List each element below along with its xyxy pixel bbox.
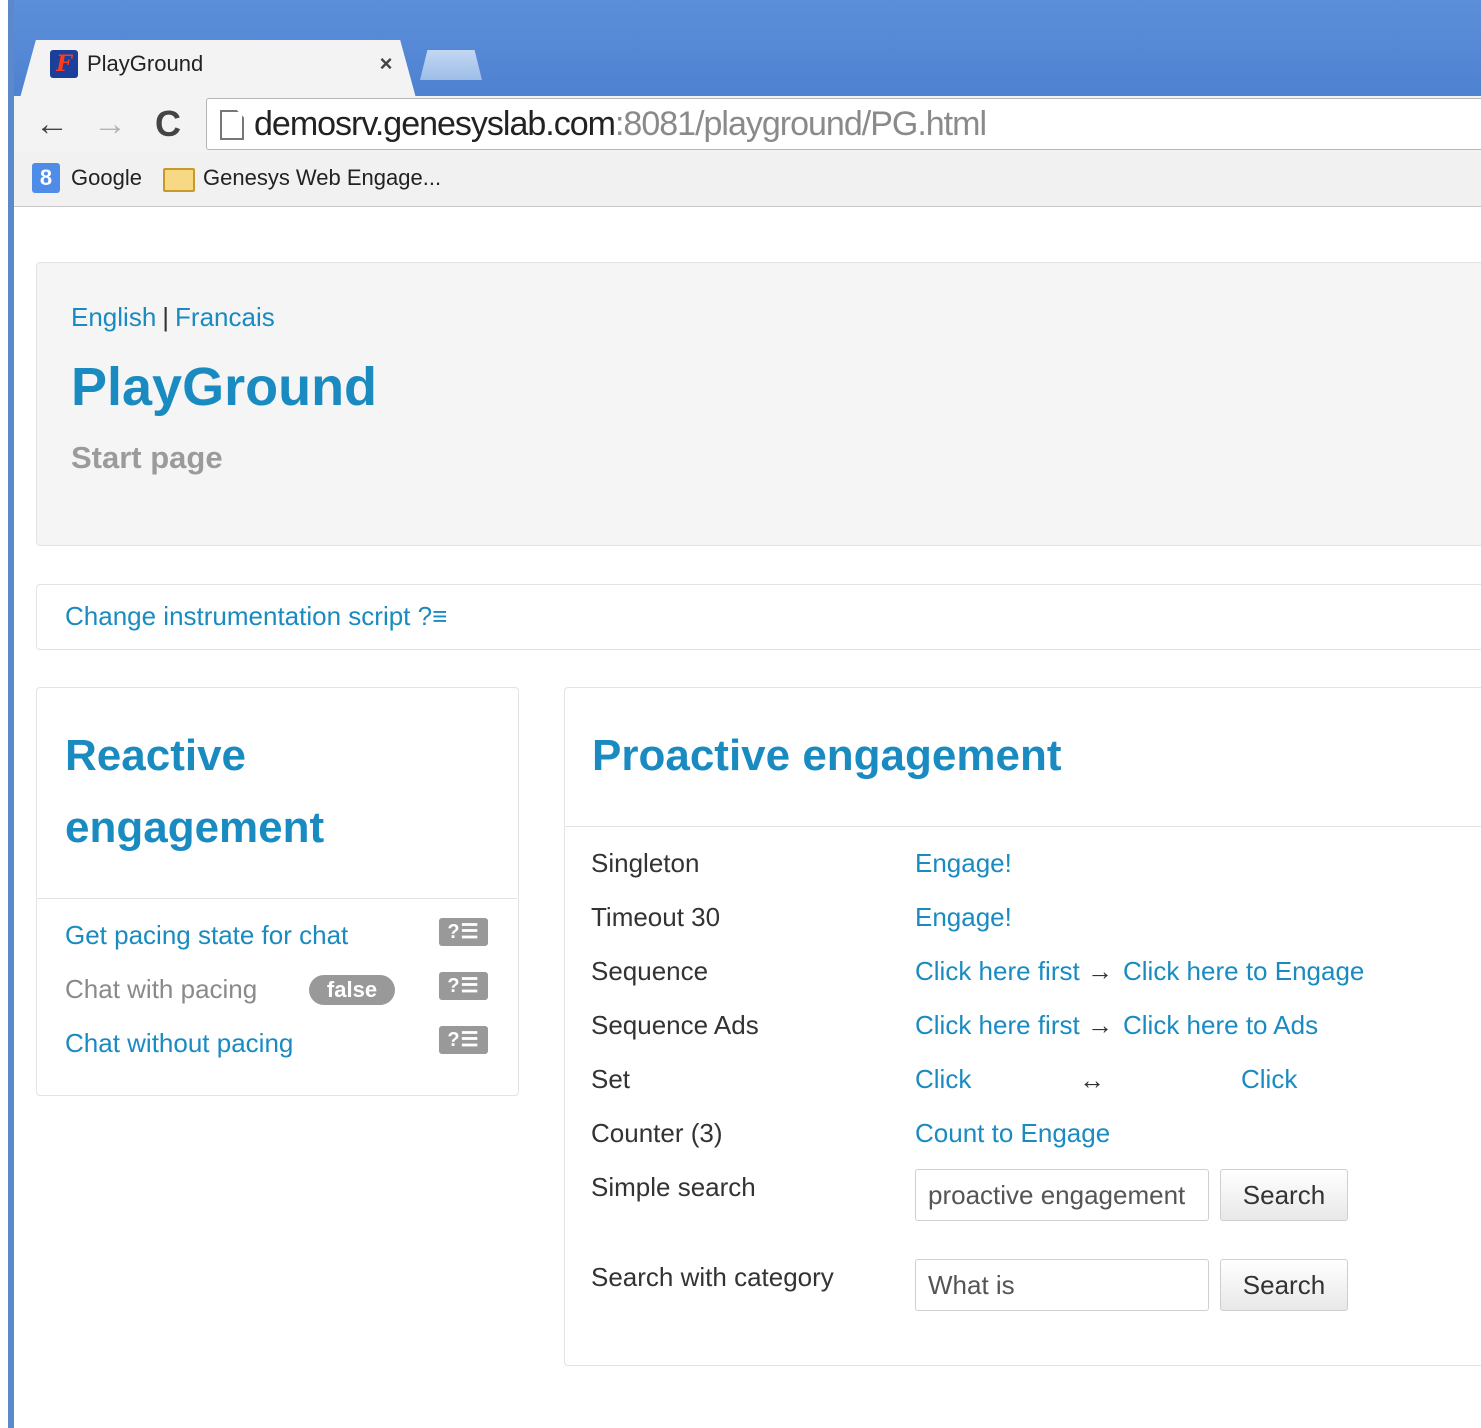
simple-search-button[interactable]: Search [1220,1169,1348,1221]
timeout-engage-link[interactable]: Engage! [915,899,1012,935]
help-icon[interactable]: ?☰ [439,1026,488,1054]
back-arrow-icon[interactable]: ← [30,100,74,148]
right-arrow-icon: → [1087,956,1113,986]
sequence-first-link[interactable]: Click here first [915,953,1080,989]
status-badge: false [309,975,395,1005]
lang-separator: | [162,302,170,332]
simple-search-input[interactable] [915,1169,1209,1221]
sequence-engage-link[interactable]: Click here to Engage [1123,953,1364,989]
sequence-ads-label: Sequence Ads [591,1010,759,1040]
set-label: Set [591,1064,631,1094]
help-icon[interactable]: ?☰ [439,972,488,1000]
help-icon[interactable]: ?☰ [439,918,488,946]
singleton-engage-link[interactable]: Engage! [915,845,1012,881]
sequence-label: Sequence [591,956,709,986]
reactive-heading: Reactive engagement [65,731,325,852]
counter-label: Counter (3) [591,1118,723,1148]
page-subtitle: Start page [71,440,223,475]
count-to-engage-link[interactable]: Count to Engage [915,1115,1110,1151]
url-host: demosrv.genesyslab.com [254,105,616,143]
divider [37,898,517,899]
category-search-label: Search with category [591,1262,834,1292]
simple-search-label: Simple search [591,1172,756,1202]
forward-arrow-icon[interactable]: → [88,100,132,148]
tab-title: PlayGround [87,51,204,76]
timeout-label: Timeout 30 [591,902,721,932]
language-switcher: English | Francais [71,300,275,334]
sequence-ads-first-link[interactable]: Click here first [915,1007,1080,1043]
category-search-button[interactable]: Search [1220,1259,1348,1311]
right-arrow-icon: → [1087,1010,1113,1040]
folder-icon[interactable] [163,168,195,192]
bidirectional-arrow-icon: ↔ [1079,1065,1105,1095]
chat-without-pacing-link[interactable]: Chat without pacing [65,1025,293,1061]
google-icon[interactable]: 8 [32,163,60,193]
bookmark-genesys-folder[interactable]: Genesys Web Engage... [203,163,441,193]
url-path: :8081/playground/PG.html [614,105,987,143]
sequence-ads-link[interactable]: Click here to Ads [1123,1007,1318,1043]
page-icon [220,110,244,140]
divider [565,826,1481,827]
bookmark-google[interactable]: Google [71,163,142,193]
chat-with-pacing-label: Chat with pacing [65,974,258,1004]
lang-francais-link[interactable]: Francais [175,302,275,332]
lang-english-link[interactable]: English [71,302,156,332]
singleton-label: Singleton [591,848,700,878]
set-second-click-link[interactable]: Click [1241,1061,1297,1097]
proactive-heading: Proactive engagement [592,731,1062,780]
reload-icon[interactable]: C [146,100,190,148]
window-frame [0,0,14,1428]
category-search-input[interactable] [915,1259,1209,1311]
change-instrumentation-link[interactable]: Change instrumentation script ?≡ [65,598,447,634]
new-tab-button[interactable] [420,50,482,80]
set-first-click-link[interactable]: Click [915,1061,971,1097]
page-title: PlayGround [71,357,378,417]
tab-close-icon[interactable]: × [374,50,398,78]
tab-playground[interactable] [20,40,416,98]
address-url[interactable]: demosrv.genesyslab.com:8081/playground/P… [254,100,987,148]
site-favicon-icon: F [50,50,78,78]
get-pacing-state-link[interactable]: Get pacing state for chat [65,917,348,953]
